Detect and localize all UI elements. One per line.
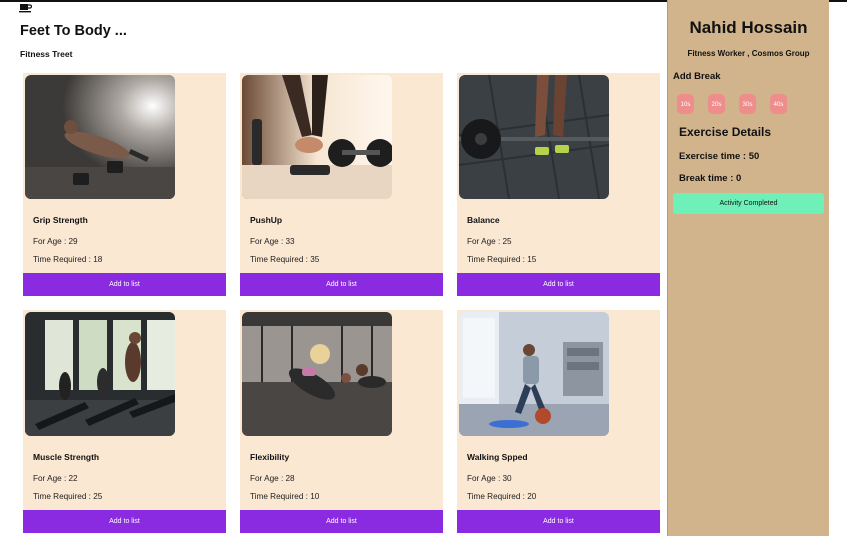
exercise-time-required: Time Required : 15 (467, 255, 537, 264)
exercise-age: For Age : 25 (467, 237, 512, 246)
break-40s-button[interactable]: 40s (770, 94, 787, 114)
add-to-list-button[interactable]: Add to list (23, 273, 226, 296)
exercise-age: For Age : 22 (33, 474, 78, 483)
user-name: Nahid Hossain (689, 18, 808, 37)
exercise-age: For Age : 28 (250, 474, 295, 483)
exercise-age: For Age : 29 (33, 237, 78, 246)
exercise-card: Muscle Strength For Age : 22 Time Requir… (23, 310, 226, 533)
exercise-time-required: Time Required : 25 (33, 492, 103, 501)
page-title: Feet To Body ... (20, 23, 127, 39)
coffee-cup-icon (19, 4, 33, 13)
add-to-list-button[interactable]: Add to list (457, 510, 660, 533)
exercise-photo (25, 75, 175, 199)
add-break-title: Add Break (673, 71, 721, 82)
exercise-time-required: Time Required : 35 (250, 255, 320, 264)
page-subtitle: Fitness Treet (20, 49, 73, 59)
exercise-name: Muscle Strength (33, 452, 100, 462)
add-to-list-button[interactable]: Add to list (240, 273, 443, 296)
exercise-time-total: Exercise time : 50 (679, 151, 760, 162)
exercise-card: PushUp For Age : 33 Time Required : 35 A… (240, 73, 443, 296)
break-buttons: 10s 20s 30s 40s (677, 94, 787, 114)
break-time-total: Break time : 0 (679, 173, 742, 184)
exercise-time-required: Time Required : 20 (467, 492, 537, 501)
exercise-photo (459, 312, 609, 436)
exercise-name: Walking Spped (467, 452, 528, 462)
exercise-photo (242, 312, 392, 436)
exercise-time-required: Time Required : 18 (33, 255, 103, 264)
user-role: Fitness Worker , Cosmos Group (687, 49, 810, 58)
exercise-name: PushUp (250, 215, 283, 225)
exercise-name: Balance (467, 215, 500, 225)
exercise-photo (25, 312, 175, 436)
exercise-card: Balance For Age : 25 Time Required : 15 … (457, 73, 660, 296)
activity-completed-button[interactable]: Activity Completed (673, 193, 824, 214)
profile-sidebar: Nahid Hossain Fitness Worker , Cosmos Gr… (667, 0, 829, 536)
exercise-card: Flexibility For Age : 28 Time Required :… (240, 310, 443, 533)
exercise-age: For Age : 30 (467, 474, 512, 483)
exercise-photo (459, 75, 609, 199)
exercise-card: Walking Spped For Age : 30 Time Required… (457, 310, 660, 533)
exercise-age: For Age : 33 (250, 237, 295, 246)
break-30s-button[interactable]: 30s (739, 94, 756, 114)
break-20s-button[interactable]: 20s (708, 94, 725, 114)
exercise-name: Flexibility (250, 452, 290, 462)
exercise-photo (242, 75, 392, 199)
exercise-card: Grip Strength For Age : 29 Time Required… (23, 73, 226, 296)
exercise-name: Grip Strength (33, 215, 88, 225)
add-to-list-button[interactable]: Add to list (23, 510, 226, 533)
add-to-list-button[interactable]: Add to list (457, 273, 660, 296)
exercise-time-required: Time Required : 10 (250, 492, 320, 501)
break-10s-button[interactable]: 10s (677, 94, 694, 114)
exercise-details-title: Exercise Details (679, 125, 772, 139)
add-to-list-button[interactable]: Add to list (240, 510, 443, 533)
